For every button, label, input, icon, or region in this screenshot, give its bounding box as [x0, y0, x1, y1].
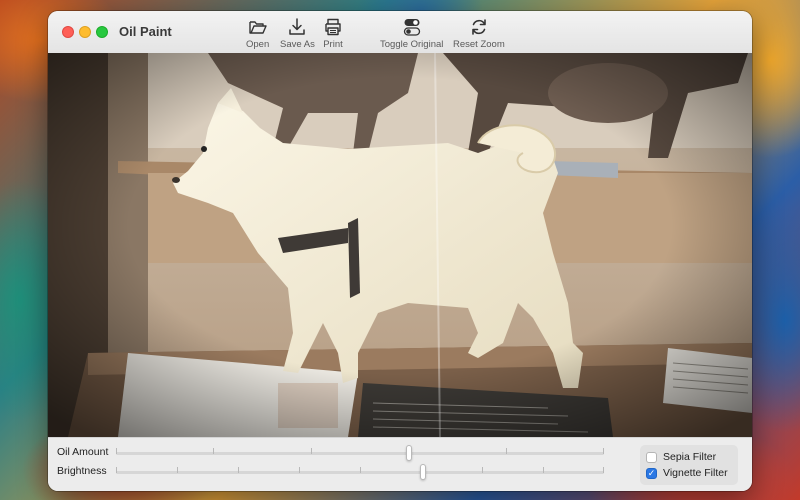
save-as-label: Save As: [280, 39, 315, 50]
window-title: Oil Paint: [119, 24, 172, 39]
slider-tick: [238, 467, 239, 473]
title-bar: Oil Paint Open Save As Print Toggle Orig…: [48, 11, 752, 54]
slider-tick: [177, 467, 178, 473]
open-label: Open: [246, 39, 270, 50]
toggle-switch-icon: [403, 19, 420, 36]
print-button[interactable]: Print: [323, 17, 343, 50]
download-icon: [289, 18, 306, 35]
slider-tick: [311, 448, 312, 454]
reset-zoom-button[interactable]: Reset Zoom: [453, 17, 505, 50]
brightness-label: Brightness: [57, 465, 107, 477]
image-canvas[interactable]: [48, 53, 752, 437]
vignette-filter-row[interactable]: ✓ Vignette Filter: [646, 467, 728, 479]
sepia-filter-label: Sepia Filter: [663, 451, 717, 463]
vignette-filter-label: Vignette Filter: [663, 467, 728, 479]
minimize-window-button[interactable]: [79, 26, 91, 38]
sepia-filter-checkbox[interactable]: [646, 451, 657, 463]
slider-tick: [482, 467, 483, 473]
refresh-icon: [472, 19, 486, 35]
close-window-button[interactable]: [62, 26, 74, 38]
oil-amount-label: Oil Amount: [57, 446, 109, 458]
oil-painted-photo: [48, 53, 752, 437]
printer-icon: [325, 18, 341, 36]
slider-tick: [506, 448, 507, 454]
app-window: Oil Paint Open Save As Print Toggle Orig…: [48, 11, 752, 491]
slider-tick: [543, 467, 544, 473]
brightness-slider[interactable]: [116, 464, 604, 480]
print-label: Print: [323, 39, 343, 50]
brightness-slider-thumb[interactable]: [420, 464, 427, 480]
slider-tick: [603, 448, 604, 454]
oil-amount-slider[interactable]: [116, 445, 604, 461]
slider-tick: [213, 448, 214, 454]
vignette-filter-checkbox[interactable]: ✓: [646, 467, 657, 479]
open-button[interactable]: Open: [246, 17, 269, 50]
save-as-button[interactable]: Save As: [280, 17, 315, 50]
slider-tick: [360, 467, 361, 473]
checkmark-icon: ✓: [647, 467, 656, 478]
toggle-original-button[interactable]: Toggle Original: [380, 17, 443, 50]
slider-tick: [116, 448, 117, 454]
zoom-window-button[interactable]: [96, 26, 108, 38]
slider-tick: [299, 467, 300, 473]
slider-tick: [116, 467, 117, 473]
folder-open-icon: [248, 21, 267, 34]
slider-tick: [603, 467, 604, 473]
reset-zoom-label: Reset Zoom: [453, 39, 505, 50]
toggle-original-label: Toggle Original: [380, 39, 444, 50]
sepia-filter-row[interactable]: Sepia Filter: [646, 451, 716, 463]
oil-amount-slider-thumb[interactable]: [405, 445, 412, 461]
filters-panel: Sepia Filter ✓ Vignette Filter: [640, 445, 738, 485]
adjustments-panel: Oil Amount Brightness Sepia Filter ✓ Vig…: [48, 437, 752, 491]
